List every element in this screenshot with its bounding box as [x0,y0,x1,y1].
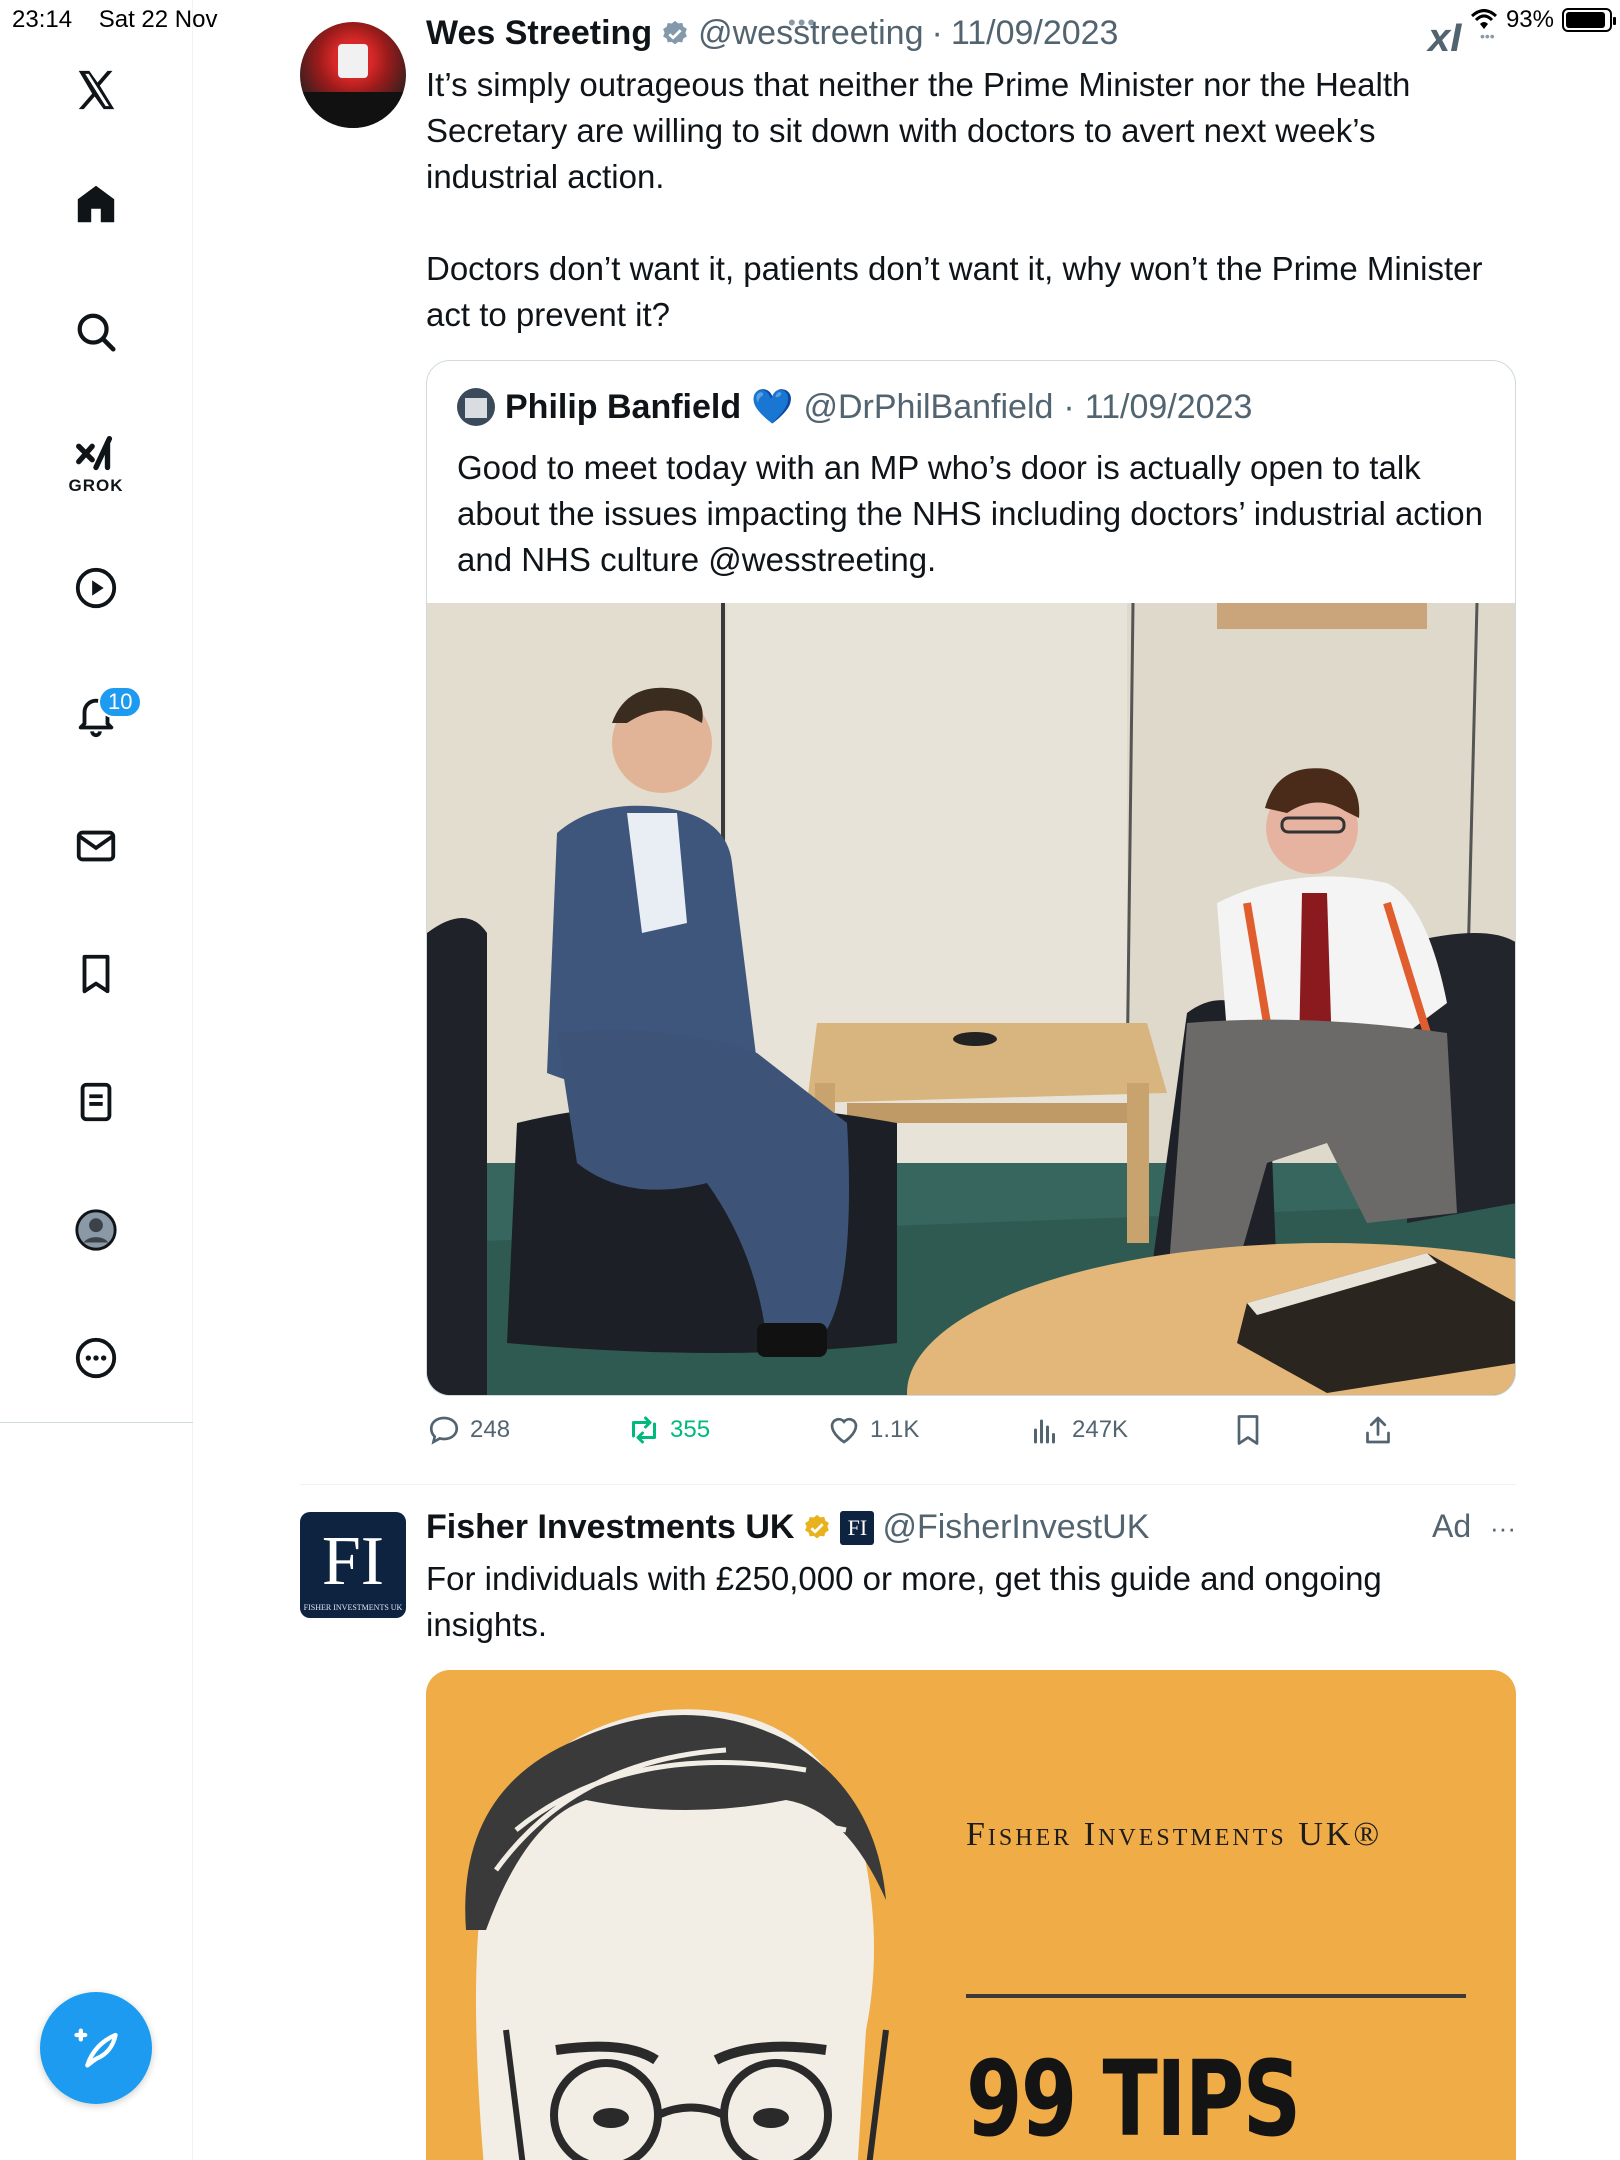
blue-heart-icon: 💙 [751,388,794,426]
quote-date: 11/09/2023 [1084,387,1253,426]
notifications-badge: 10 [98,686,143,718]
avatar-podium [338,44,368,78]
ad-card-divider [966,1994,1466,1998]
affiliate-logo-icon: FI [840,1510,875,1545]
quote-author-name: Philip Banfield [505,387,742,426]
quote-separator: · [1063,387,1075,426]
tweet-divider [300,1484,1516,1485]
ad-tweet-text: For individuals with £250,000 or more, g… [426,1560,1382,1643]
mail-icon[interactable] [66,816,126,876]
tweet-paragraph: It’s simply outrageous that neither the … [426,66,1411,195]
views-count: 247K [1072,1416,1129,1443]
bookmark-button[interactable] [1230,1412,1266,1448]
views-button[interactable]: 247K [1028,1412,1128,1448]
wifi-icon [1470,9,1497,29]
author-handle[interactable]: @wesstreeting [698,14,923,53]
ad-more-icon[interactable]: ··· [1490,1513,1516,1543]
avatar-caption: FISHER INVESTMENTS UK [303,1603,403,1612]
meeting-photo-image [427,603,1515,1395]
tweet-paragraph: Doctors don’t want it, patients don’t wa… [426,250,1483,333]
avatar[interactable] [300,22,406,128]
tweet-header: Wes Streeting @wesstreeting · 11/09/2023 [426,14,1118,53]
ad-label-group: Ad ··· [1432,1508,1516,1545]
share-icon [1366,1416,1390,1444]
advertiser-handle[interactable]: @FisherInvestUK [882,1508,1149,1547]
profile-icon[interactable] [66,1200,126,1260]
ad-illustration-image [465,1709,889,2160]
reply-button[interactable]: 248 [426,1412,510,1448]
bookmark-icon[interactable] [66,944,126,1004]
repost-icon [632,1416,656,1444]
ad-tweet-header: Fisher Investments UK FI @FisherInvestUK… [426,1508,1516,1547]
battery-icon [1562,8,1616,32]
repost-button[interactable]: 355 [626,1412,710,1448]
status-bar-right: 93% [1470,6,1616,34]
xai-logo-icon: xI [1428,16,1462,60]
x-logo-icon[interactable] [66,60,126,120]
battery-percent: 93% [1505,6,1554,33]
like-count: 1.1K [870,1416,920,1443]
ad-card[interactable]: Fisher Investments UK® 99 TIPS [426,1670,1516,2160]
tweet-text: It’s simply outrageous that neither the … [426,62,1506,384]
quote-avatar [457,388,495,426]
quoted-tweet[interactable]: Philip Banfield 💙 @DrPhilBanfield · 11/0… [426,360,1516,1396]
quote-photo[interactable] [427,603,1515,1395]
battery-level [1566,12,1606,28]
advertiser-avatar[interactable]: FI FISHER INVESTMENTS UK [300,1512,406,1618]
views-icon [1034,1419,1055,1444]
avatar-crowd [300,92,406,128]
ad-card-headline: 99 TIPS [966,2038,1301,2160]
avatar-monogram: FI [321,1523,385,1600]
ad-card-brand: Fisher Investments UK® [966,1816,1383,1853]
ad-label: Ad [1431,1508,1472,1544]
grok-label: GROK [68,476,124,495]
quote-header: Philip Banfield 💙 @DrPhilBanfield · 11/0… [457,387,1252,427]
compose-button[interactable] [40,1992,152,2104]
list-icon[interactable] [66,1072,126,1132]
author-name[interactable]: Wes Streeting [426,14,652,53]
home-icon[interactable] [66,174,126,234]
search-icon[interactable] [66,302,126,362]
more-icon[interactable] [66,1328,126,1388]
grok-icon[interactable] [66,424,126,484]
like-button[interactable]: 1.1K [826,1412,919,1448]
quote-text: Good to meet today with an MP who’s door… [457,449,1483,578]
tweet-date[interactable]: 11/09/2023 [951,14,1119,53]
sidebar: GROK 10 [0,0,193,2160]
repost-count: 355 [670,1416,711,1443]
header-separator: · [931,14,943,52]
compose-icon [74,2028,118,2068]
tweet-actions: 248 355 1.1K 247K [426,1412,1516,1462]
reply-icon [429,1416,459,1445]
verified-badge-icon [663,20,687,44]
heart-icon [830,1417,858,1444]
quote-author-handle: @DrPhilBanfield [803,387,1054,426]
gold-verified-badge-icon [805,1514,830,1538]
sidebar-divider [0,1422,193,1423]
share-button[interactable] [1360,1412,1396,1448]
reply-count: 248 [470,1416,511,1443]
play-icon[interactable] [66,558,126,618]
advertiser-name[interactable]: Fisher Investments UK [426,1508,794,1547]
bookmark-outline-icon [1237,1415,1259,1445]
